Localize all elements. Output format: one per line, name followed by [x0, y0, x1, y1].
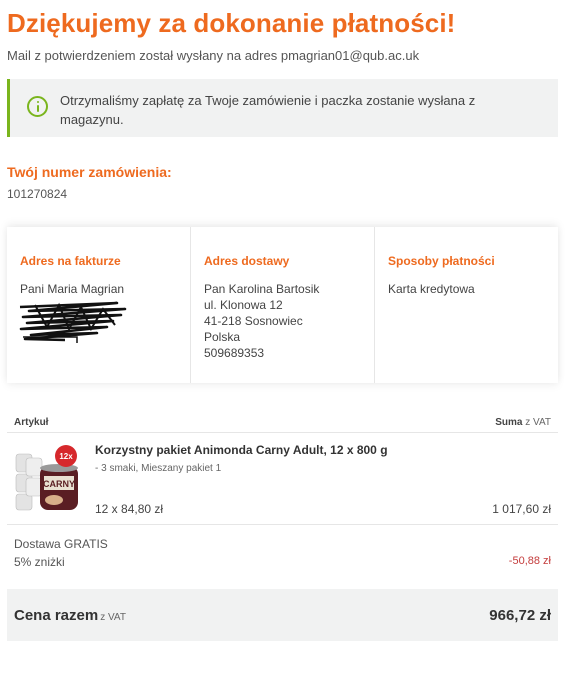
shipping-cost: Dostawa GRATIS — [14, 537, 108, 551]
total-value: 966,72 zł — [489, 607, 551, 624]
product-name[interactable]: Korzystny pakiet Animonda Carny Adult, 1… — [95, 443, 388, 457]
order-total: Cena razem z VAT 966,72 zł — [7, 589, 558, 641]
product-qty-price: 12 x 84,80 zł — [95, 502, 164, 516]
payment-title: Sposoby płatności — [388, 254, 495, 268]
column-article: Artykuł — [14, 417, 49, 428]
confirmation-mail-text: Mail z potwierdzeniem został wysłany na … — [7, 48, 420, 63]
payment-method: Sposoby płatności Karta kredytowa — [374, 227, 558, 383]
divider — [7, 524, 558, 525]
shipping-name: Pan Karolina Bartosik — [204, 282, 320, 296]
product-variant: - 3 smaki, Mieszany pakiet 1 — [95, 463, 222, 474]
shipping-city: 41-218 Sosnowiec — [204, 314, 303, 328]
total-vat: z VAT — [100, 612, 126, 623]
billing-title: Adres na fakturze — [20, 254, 121, 268]
billing-address: Adres na fakturze Pani Maria Magrian — [7, 227, 190, 383]
shipping-street: ul. Klonowa 12 — [204, 298, 283, 312]
discount-label: 5% zniżki — [14, 555, 65, 569]
shipping-address: Adres dostawy Pan Karolina Bartosik ul. … — [190, 227, 374, 383]
product-brand: CARNY — [43, 479, 75, 489]
discount-value: -50,88 zł — [508, 555, 551, 567]
redaction-scribble — [19, 301, 127, 343]
order-number-label: Twój numer zamówienia: — [7, 164, 172, 180]
payment-notice: Otrzymaliśmy zapłatę za Twoje zamówienie… — [7, 79, 558, 137]
page-title: Dziękujemy za dokonanie płatności! — [7, 8, 456, 38]
divider — [7, 432, 558, 433]
product-image[interactable]: CARNY 12x — [14, 444, 84, 514]
order-number: 101270824 — [7, 187, 68, 201]
payment-method-value: Karta kredytowa — [388, 282, 475, 296]
info-icon — [27, 96, 48, 117]
total-label: Cena razem — [14, 607, 99, 624]
column-sum: Suma z VAT — [495, 417, 551, 428]
shipping-country: Polska — [204, 330, 241, 344]
product-badge: 12x — [59, 452, 73, 461]
notice-text: Otrzymaliśmy zapłatę za Twoje zamówienie… — [60, 93, 476, 127]
address-panel: Adres na fakturze Pani Maria Magrian Adr… — [7, 227, 558, 383]
shipping-title: Adres dostawy — [204, 254, 290, 268]
billing-name: Pani Maria Magrian — [20, 282, 125, 296]
product-total: 1 017,60 zł — [492, 502, 551, 516]
shipping-phone: 509689353 — [204, 346, 265, 360]
